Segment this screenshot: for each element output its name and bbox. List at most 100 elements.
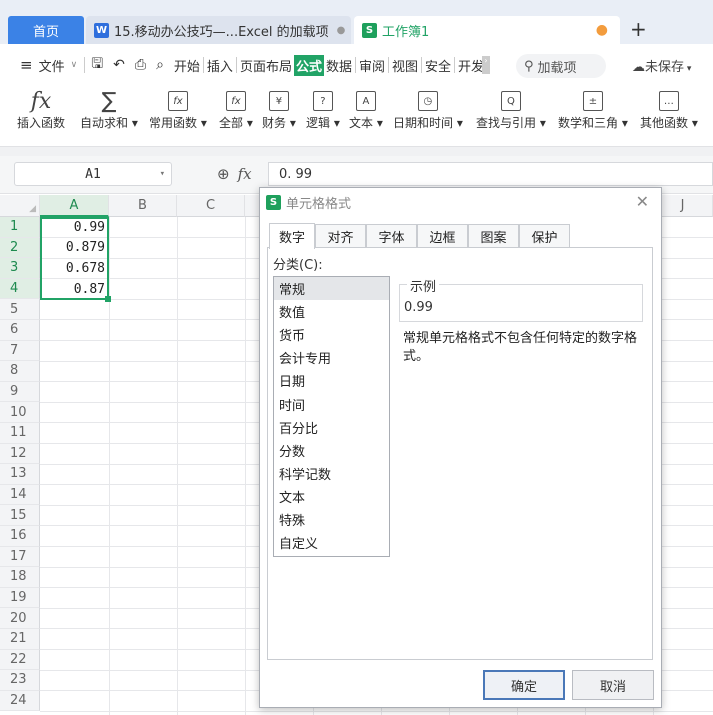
search-box[interactable]: ⚲ 加载项 <box>516 54 606 78</box>
tab-alignment[interactable]: 对齐 <box>315 224 366 248</box>
row-header-20[interactable]: 20 <box>0 608 40 629</box>
row-header-3[interactable]: 3 <box>0 258 40 279</box>
all-functions-button[interactable]: fx 全部 ▾ <box>219 88 253 131</box>
fill-handle[interactable] <box>105 296 111 302</box>
row-header-5[interactable]: 5 <box>0 299 40 320</box>
column-header-a[interactable]: A <box>40 195 109 217</box>
row-header-8[interactable]: 8 <box>0 361 40 382</box>
chevron-down-icon[interactable]: ∨ <box>71 60 78 70</box>
unsaved-status[interactable]: ☁未保存 ▾ <box>632 56 691 75</box>
category-item[interactable]: 分数 <box>274 439 389 462</box>
dialog-title-bar[interactable]: S 单元格格式 <box>260 188 661 216</box>
category-item[interactable]: 会计专用 <box>274 346 389 369</box>
menu-tab-page-layout[interactable]: 页面布局 <box>238 56 294 75</box>
row-header-15[interactable]: 15 <box>0 505 40 526</box>
new-tab-button[interactable]: + <box>630 17 647 41</box>
insert-function-button[interactable]: fx 插入函数 <box>17 88 65 131</box>
ribbon-divider <box>0 146 713 156</box>
cancel-button[interactable]: 取消 <box>572 670 654 700</box>
formula-input[interactable]: 0. 99 <box>268 162 713 186</box>
column-header-j[interactable]: J <box>653 195 713 217</box>
category-item[interactable]: 常规 <box>274 277 389 301</box>
row-header-23[interactable]: 23 <box>0 670 40 691</box>
category-item[interactable]: 时间 <box>274 392 389 415</box>
category-item[interactable]: 文本 <box>274 485 389 508</box>
row-header-18[interactable]: 18 <box>0 567 40 588</box>
tab-workbook[interactable]: S 工作簿1 ● <box>354 16 620 44</box>
tab-number[interactable]: 数字 <box>269 223 315 249</box>
category-list[interactable]: 常规 数值 货币 会计专用 日期 时间 百分比 分数 科学记数 文本 特殊 自定义 <box>273 276 390 557</box>
tab-font[interactable]: 字体 <box>366 224 417 248</box>
tab-document[interactable]: W 15.移动办公技巧—...Excel 的加载项 ● <box>86 16 351 44</box>
row-header-10[interactable]: 10 <box>0 402 40 423</box>
print-preview-icon[interactable]: ⌕ <box>156 57 164 73</box>
divider <box>84 57 86 73</box>
tab-protection[interactable]: 保护 <box>519 224 570 248</box>
tab-border[interactable]: 边框 <box>417 224 468 248</box>
menu-tab-data[interactable]: 数据 <box>324 56 354 75</box>
menu-tab-view[interactable]: 视图 <box>390 56 420 75</box>
row-header-14[interactable]: 14 <box>0 484 40 506</box>
save-icon[interactable]: 🖫 <box>91 53 103 77</box>
category-item[interactable]: 日期 <box>274 369 389 392</box>
row-header-16[interactable]: 16 <box>0 526 40 547</box>
row-header-12[interactable]: 12 <box>0 443 40 465</box>
tab-pattern[interactable]: 图案 <box>468 224 519 248</box>
row-header-11[interactable]: 11 <box>0 423 40 444</box>
menu-tab-developer[interactable]: 开发 <box>456 56 482 75</box>
scroll-right-icon[interactable]: › <box>482 56 491 74</box>
category-item[interactable]: 自定义 <box>274 531 389 554</box>
number-tab-panel: 分类(C): 常规 数值 货币 会计专用 日期 时间 百分比 分数 科学记数 文本 特殊 自定义 示例… <box>267 247 653 660</box>
math-trig-button[interactable]: ± 数学和三角 ▾ <box>558 88 628 131</box>
hamburger-icon[interactable]: ≡ <box>20 56 33 74</box>
text-button[interactable]: A 文本 ▾ <box>349 88 383 131</box>
column-header-b[interactable]: B <box>109 195 177 217</box>
file-menu[interactable]: 文件 <box>37 56 67 75</box>
chevron-down-icon[interactable]: ▾ <box>160 169 165 179</box>
fx-icon: fx <box>30 88 52 114</box>
fx-icon[interactable]: fx <box>238 165 252 183</box>
menu-tab-insert[interactable]: 插入 <box>205 56 235 75</box>
category-item[interactable]: 特殊 <box>274 508 389 531</box>
other-functions-button[interactable]: … 其他函数 ▾ <box>640 88 698 131</box>
category-item[interactable]: 数值 <box>274 300 389 323</box>
menu-tab-home[interactable]: 开始 <box>172 56 202 75</box>
row-header-24[interactable]: 24 <box>0 690 40 712</box>
lookup-reference-button[interactable]: Q 查找与引用 ▾ <box>476 88 546 131</box>
cell-reference: A1 <box>85 166 101 182</box>
category-item[interactable]: 百分比 <box>274 416 389 439</box>
category-item[interactable]: 货币 <box>274 323 389 346</box>
print-icon[interactable]: ⎙ <box>135 57 146 73</box>
row-header-17[interactable]: 17 <box>0 546 40 568</box>
row-header-21[interactable]: 21 <box>0 629 40 650</box>
row-header-4[interactable]: 4 <box>0 278 40 300</box>
row-header-9[interactable]: 9 <box>0 381 40 403</box>
menu-tab-security[interactable]: 安全 <box>423 56 453 75</box>
row-header-13[interactable]: 13 <box>0 464 40 485</box>
category-item[interactable]: 科学记数 <box>274 462 389 485</box>
yen-icon: ¥ <box>268 88 289 114</box>
common-functions-button[interactable]: fx 常用函数 ▾ <box>149 88 207 131</box>
close-icon[interactable]: ✕ <box>636 192 649 211</box>
row-header-6[interactable]: 6 <box>0 320 40 341</box>
name-box[interactable]: A1 ▾ <box>14 162 172 186</box>
row-header-19[interactable]: 19 <box>0 587 40 609</box>
undo-icon[interactable]: ↶ <box>113 57 125 73</box>
search-label: 加载项 <box>537 60 577 76</box>
search-icon: ⚲ <box>524 58 534 74</box>
row-header-7[interactable]: 7 <box>0 340 40 362</box>
autosum-button[interactable]: ∑ 自动求和 ▾ <box>80 88 138 131</box>
logical-button[interactable]: ? 逻辑 ▾ <box>306 88 340 131</box>
row-header-1[interactable]: 1 <box>0 217 40 238</box>
column-header-c[interactable]: C <box>177 195 245 217</box>
select-all-corner[interactable]: ◢ <box>0 195 40 217</box>
row-header-22[interactable]: 22 <box>0 649 40 671</box>
date-time-button[interactable]: ◷ 日期和时间 ▾ <box>393 88 463 131</box>
menu-tab-review[interactable]: 审阅 <box>357 56 387 75</box>
financial-button[interactable]: ¥ 财务 ▾ <box>262 88 296 131</box>
ok-button[interactable]: 确定 <box>483 670 565 700</box>
zoom-icon[interactable]: ⊕ <box>217 165 230 183</box>
menu-tab-formula[interactable]: 公式 <box>293 54 324 76</box>
row-header-2[interactable]: 2 <box>0 237 40 259</box>
tab-home[interactable]: 首页 <box>8 16 84 44</box>
